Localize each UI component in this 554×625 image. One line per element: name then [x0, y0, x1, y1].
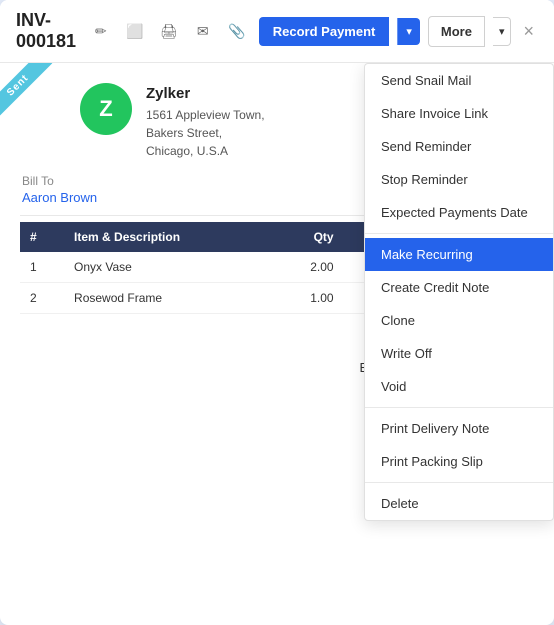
menu-separator	[365, 407, 553, 408]
email-button[interactable]: ✉	[189, 17, 217, 45]
menu-item-print-packing-slip[interactable]: Print Packing Slip	[365, 445, 553, 478]
avatar: Z	[80, 83, 132, 135]
record-payment-button[interactable]: Record Payment	[259, 17, 390, 46]
document-icon: ⬜	[126, 23, 143, 40]
document-button[interactable]: ⬜	[121, 17, 149, 45]
company-name: Zylker	[146, 83, 265, 106]
record-payment-dropdown[interactable]: ▾	[397, 18, 420, 45]
more-dropdown-menu: Send Snail MailShare Invoice LinkSend Re…	[364, 63, 554, 521]
menu-item-create-credit-note[interactable]: Create Credit Note	[365, 271, 553, 304]
company-address-line3: Chicago, U.S.A	[146, 142, 265, 160]
row-item: Onyx Vase	[64, 252, 272, 283]
menu-item-delete[interactable]: Delete	[365, 487, 553, 520]
menu-item-send-reminder[interactable]: Send Reminder	[365, 130, 553, 163]
bill-to-name[interactable]: Aaron Brown	[22, 190, 97, 205]
col-item-header: Item & Description	[64, 222, 272, 252]
menu-item-share-invoice-link[interactable]: Share Invoice Link	[365, 97, 553, 130]
more-dropdown-button[interactable]: ▾	[493, 17, 512, 46]
more-dropdown-arrow-icon: ▾	[499, 26, 505, 38]
menu-item-expected-payments-date[interactable]: Expected Payments Date	[365, 196, 553, 229]
bill-to-section: Bill To Aaron Brown	[22, 174, 97, 205]
menu-item-write-off[interactable]: Write Off	[365, 337, 553, 370]
menu-item-clone[interactable]: Clone	[365, 304, 553, 337]
company-address-line2: Bakers Street,	[146, 124, 265, 142]
attach-button[interactable]: 📎	[223, 17, 251, 45]
company-info: Zylker 1561 Appleview Town, Bakers Stree…	[146, 83, 265, 160]
bill-to-label: Bill To	[22, 174, 97, 188]
edit-button[interactable]: ✏	[87, 17, 115, 45]
modal-header: INV-000181 ✏ ⬜ 🖨 ✉ 📎 Record Payment ▾ Mo…	[0, 0, 554, 63]
company-address-line1: 1561 Appleview Town,	[146, 106, 265, 124]
menu-separator	[365, 482, 553, 483]
print-button[interactable]: 🖨	[155, 17, 183, 45]
row-qty: 2.00	[272, 252, 344, 283]
row-num: 1	[20, 252, 64, 283]
col-num-header: #	[20, 222, 64, 252]
invoice-number: INV-000181	[16, 10, 79, 52]
more-button[interactable]: More	[428, 16, 485, 47]
row-qty: 1.00	[272, 282, 344, 313]
row-num: 2	[20, 282, 64, 313]
menu-item-void[interactable]: Void	[365, 370, 553, 403]
menu-item-stop-reminder[interactable]: Stop Reminder	[365, 163, 553, 196]
close-button[interactable]: ×	[519, 21, 538, 42]
row-item: Rosewod Frame	[64, 282, 272, 313]
ribbon-wrap: Sent	[0, 63, 80, 143]
print-icon: 🖨	[160, 23, 178, 40]
attach-icon: 📎	[228, 23, 245, 40]
menu-item-send-snail-mail[interactable]: Send Snail Mail	[365, 64, 553, 97]
email-icon: ✉	[197, 23, 209, 40]
menu-item-make-recurring[interactable]: Make Recurring	[365, 238, 553, 271]
menu-item-print-delivery-note[interactable]: Print Delivery Note	[365, 412, 553, 445]
header-icon-group: ✏ ⬜ 🖨 ✉ 📎	[87, 17, 251, 45]
col-qty-header: Qty	[272, 222, 344, 252]
modal-body: Sent Z Zylker 1561 Appleview Town, Baker…	[0, 63, 554, 625]
sent-ribbon: Sent	[0, 63, 52, 120]
invoice-modal: INV-000181 ✏ ⬜ 🖨 ✉ 📎 Record Payment ▾ Mo…	[0, 0, 554, 625]
edit-icon: ✏	[95, 23, 107, 40]
menu-separator	[365, 233, 553, 234]
dropdown-arrow-icon: ▾	[406, 26, 412, 38]
